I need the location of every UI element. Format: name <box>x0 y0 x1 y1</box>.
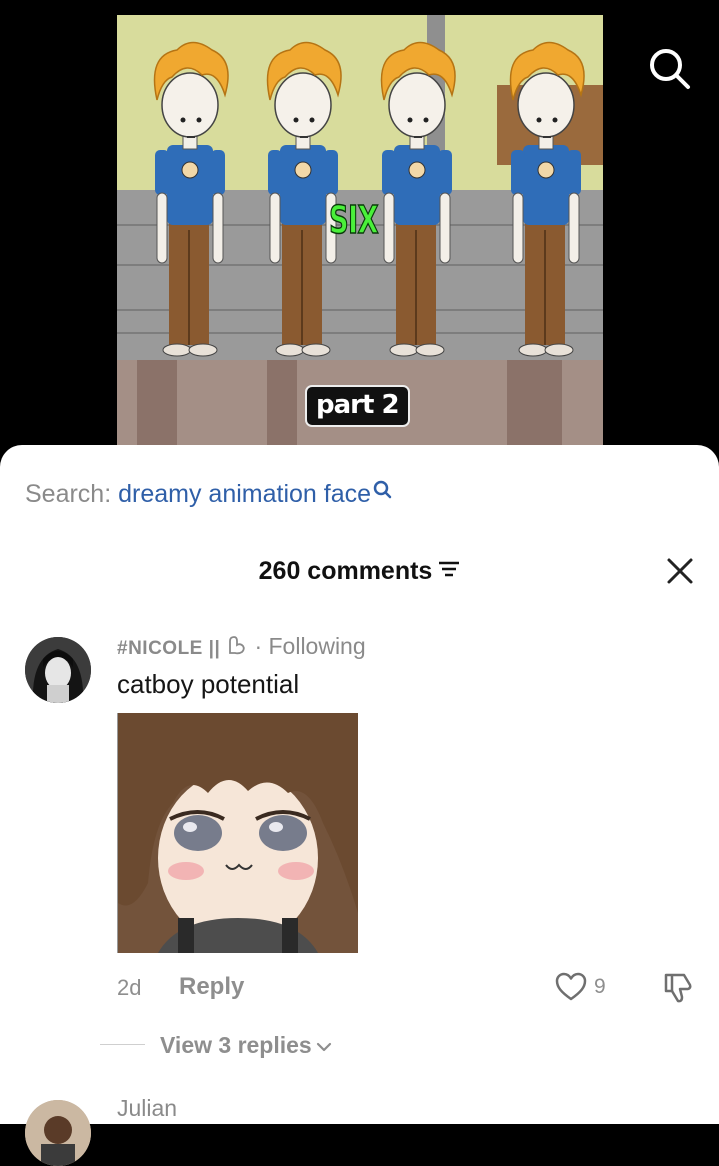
filter-icon[interactable] <box>438 556 460 585</box>
username-emoji-icon <box>226 633 248 659</box>
comment-sticker-image[interactable] <box>117 713 358 953</box>
comment-text: catboy potential <box>117 669 300 699</box>
comments-count: 260 comments <box>258 557 433 585</box>
search-icon[interactable] <box>646 45 692 91</box>
comments-count-header: 260 comments <box>0 557 719 586</box>
comment-username-row[interactable]: #NICOLE || · Following <box>117 633 366 660</box>
video-caption-sub: part 2 <box>305 385 410 427</box>
close-icon[interactable] <box>664 555 696 587</box>
heart-icon[interactable] <box>555 972 587 1007</box>
avatar[interactable] <box>25 1100 91 1166</box>
search-suggestion-prefix: Search: <box>25 480 112 508</box>
comment-time: 2d <box>117 975 142 1000</box>
view-replies-label: View 3 replies <box>160 1032 312 1058</box>
view-replies-button[interactable]: View 3 replies <box>160 1032 332 1059</box>
video-player[interactable]: SIX part 2 <box>117 15 603 455</box>
like-count: 9 <box>594 975 606 998</box>
comments-sheet: Search: dreamy animation face 260 commen… <box>0 445 719 1166</box>
replies-divider <box>100 1044 145 1045</box>
avatar[interactable] <box>25 637 91 703</box>
thumbs-down-icon[interactable] <box>662 971 696 1010</box>
comment-username[interactable]: #NICOLE || <box>117 638 226 659</box>
search-small-icon <box>373 478 393 507</box>
comment-username[interactable]: Julian <box>117 1095 177 1122</box>
reply-button[interactable]: Reply <box>179 973 244 1001</box>
search-suggestion[interactable]: Search: dreamy animation face <box>25 480 393 509</box>
search-suggestion-term[interactable]: dreamy animation face <box>118 480 371 508</box>
following-label: · Following <box>254 633 366 659</box>
video-caption-main: SIX <box>328 197 379 243</box>
chevron-down-icon <box>316 1032 332 1059</box>
